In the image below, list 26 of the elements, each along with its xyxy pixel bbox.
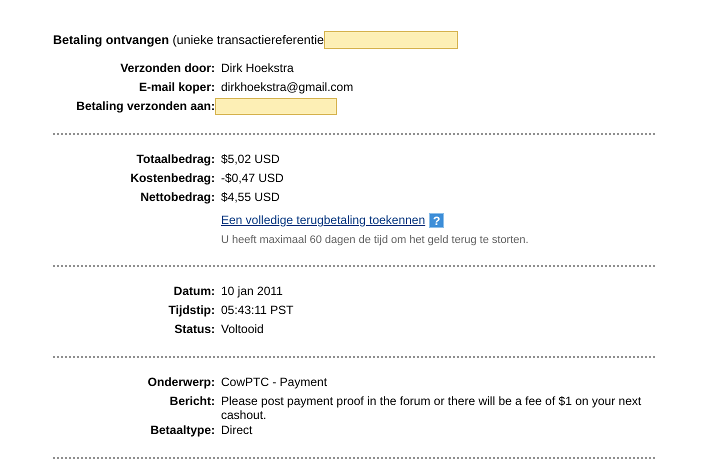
- field-label: Verzonden door:: [120, 60, 215, 76]
- field-label: Betaaltype:: [150, 422, 215, 438]
- payment-heading: Betaling ontvangen (unieke transactiereferentie: [53, 33, 324, 47]
- field-value: Please post payment proof in the forum or there will be a fee of $1 on your next cashout.: [221, 393, 642, 422]
- field-value: CowPTC - Payment: [221, 374, 328, 389]
- field-label: E-mail koper:: [138, 79, 215, 95]
- field-label: Bericht:: [170, 393, 215, 409]
- field-value: Dirk Hoekstra: [221, 60, 295, 75]
- field-label: Nettobedrag:: [140, 189, 215, 205]
- field-value: dirkhoekstra@gmail.com: [221, 79, 354, 94]
- field-value: -$0,47 USD: [221, 170, 285, 185]
- field-label: Tijdstip:: [168, 302, 215, 318]
- field-label: Datum:: [174, 283, 215, 299]
- refund-note: U heeft maximaal 60 dagen de tijd om het geld terug te storten.: [221, 233, 530, 246]
- field-label: Status:: [174, 321, 215, 337]
- field-label: Totaalbedrag:: [136, 151, 215, 167]
- field-value: 05:43:11 PST: [221, 302, 294, 317]
- field-label: Betaling verzonden aan:: [76, 98, 215, 114]
- field-label: Onderwerp:: [148, 374, 215, 390]
- field-value: Voltooid: [221, 321, 265, 336]
- field-value: Direct: [221, 422, 254, 437]
- refund-link[interactable]: Een volledige terugbetaling toekennen: [221, 210, 426, 230]
- field-value: 10 jan 2011: [221, 283, 284, 298]
- field-label: Kostenbedrag:: [130, 170, 215, 186]
- field-value: $4,55 USD: [221, 189, 281, 204]
- field-value: $5,02 USD: [221, 151, 281, 166]
